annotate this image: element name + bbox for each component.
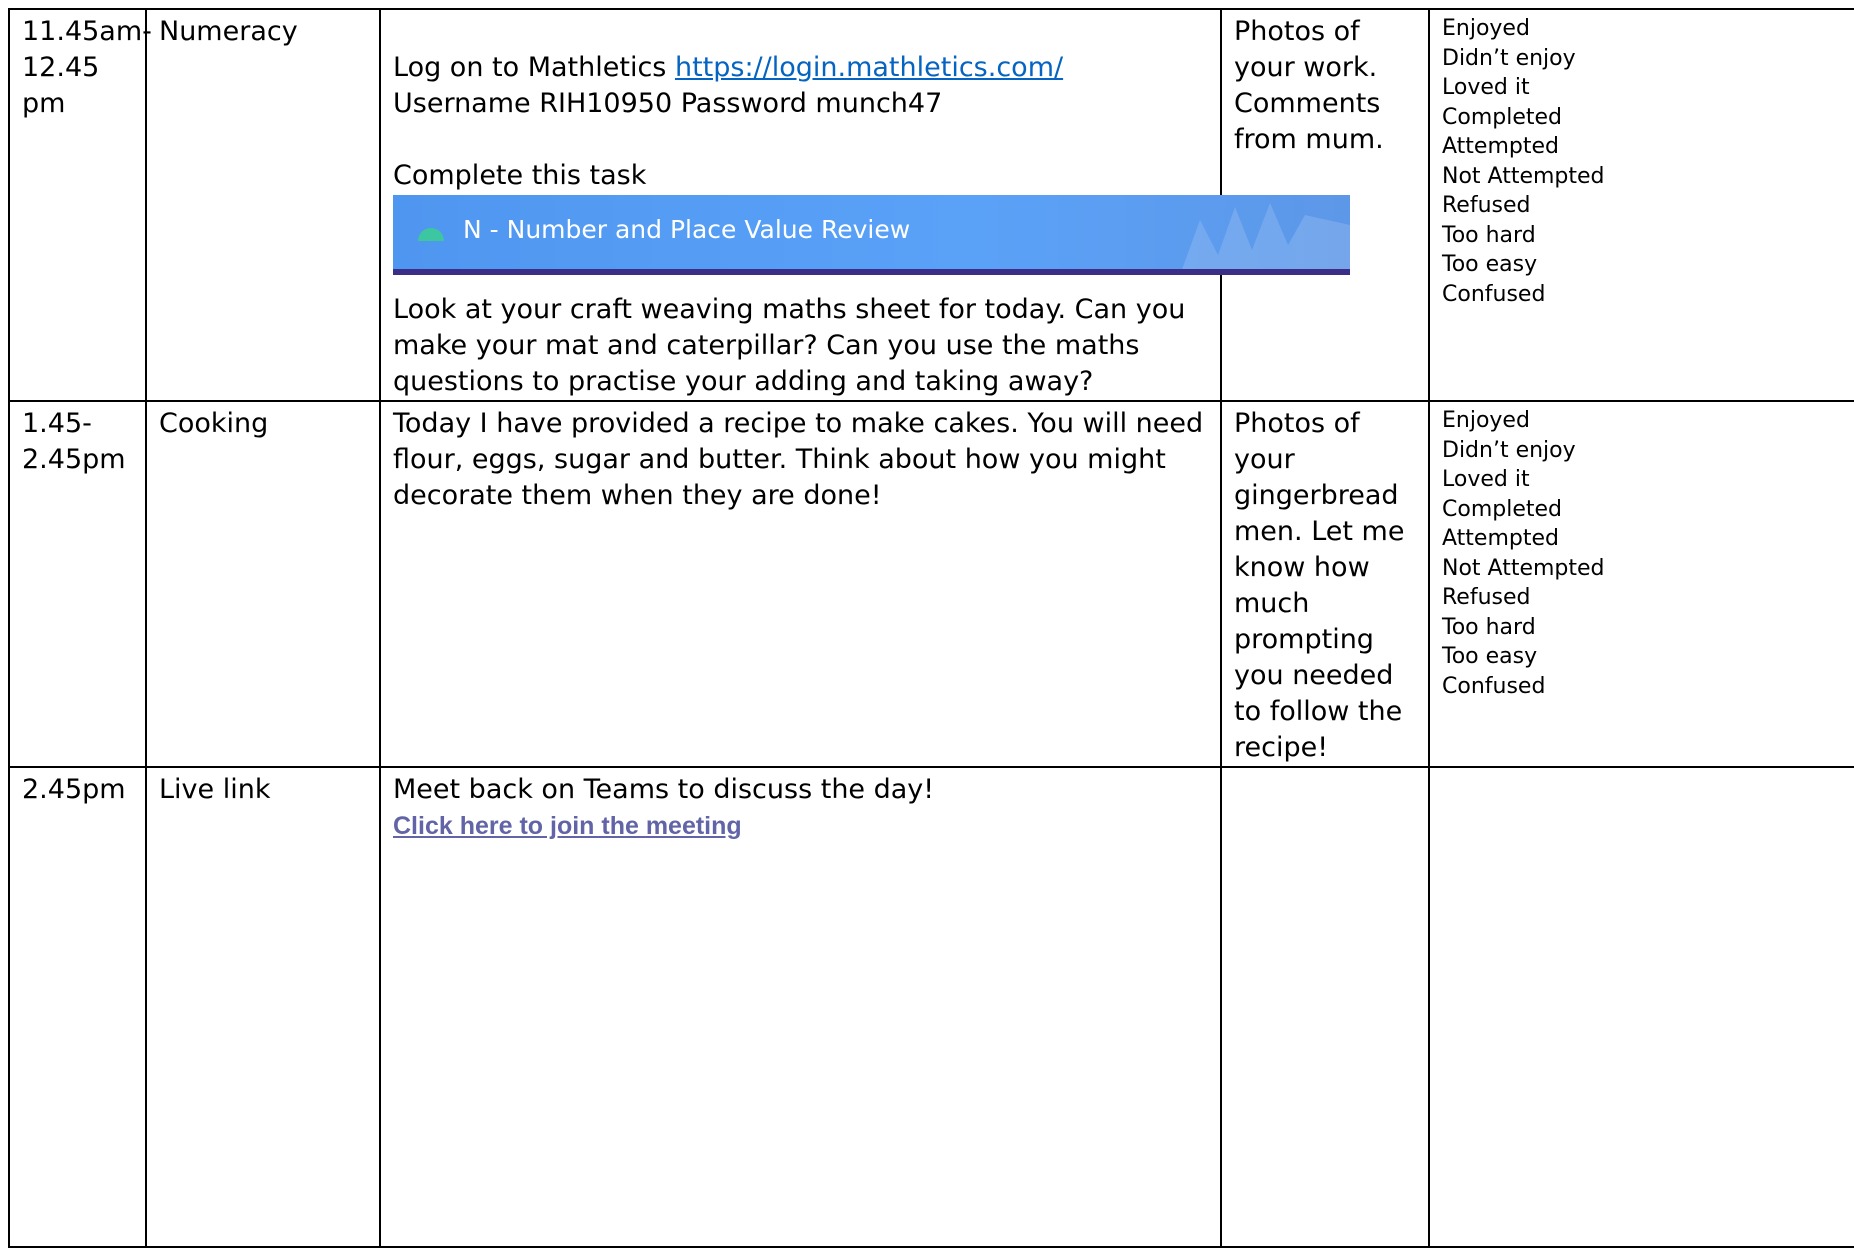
time-cell: 2.45pm — [8, 766, 147, 1248]
activity-cell: Today I have provided a recipe to make c… — [379, 400, 1222, 768]
banner-decoration-icon — [1182, 203, 1350, 269]
mathletics-strand-icon — [418, 228, 444, 241]
feedback-option: Didn’t enjoy — [1442, 45, 1576, 71]
evidence-cell — [1220, 766, 1430, 1248]
instructions-text: Look at your craft weaving maths sheet f… — [393, 294, 1186, 397]
mathletics-link[interactable]: https://login.mathletics.com/ — [675, 52, 1063, 83]
feedback-option: Confused — [1442, 673, 1546, 699]
feedback-option: Too easy — [1442, 252, 1538, 277]
subject-cell: Cooking — [145, 400, 381, 768]
feedback-option: Enjoyed — [1442, 408, 1530, 433]
teams-text: Meet back on Teams to discuss the day! — [393, 774, 935, 805]
feedback-option: Not Attempted — [1442, 163, 1605, 189]
time-cell: 11.45am-12.45 pm — [8, 8, 152, 402]
subject-cell: Live link — [145, 766, 381, 1248]
feedback-option: Didn’t enjoy — [1442, 437, 1576, 463]
feedback-option: Attempted — [1442, 526, 1559, 551]
activity-cell: Meet back on Teams to discuss the day! C… — [379, 766, 1222, 1248]
activity-cell: Log on to Mathletics https://login.mathl… — [379, 8, 1350, 402]
credentials-text: Username RIH10950 Password munch47 — [393, 88, 943, 119]
subject-cell: Numeracy — [145, 8, 381, 402]
feedback-cell: Enjoyed Didn’t enjoy Loved it Completed … — [1428, 8, 1854, 402]
table-row: 11.45am-12.45 pm Numeracy Log on to Math… — [8, 8, 1854, 402]
time-cell: 1.45-2.45pm — [8, 400, 147, 768]
evidence-cell: Photos of your gingerbread men. Let me k… — [1220, 400, 1430, 768]
feedback-option: Too easy — [1442, 644, 1538, 669]
task-banner-label: N - Number and Place Value Review — [463, 215, 911, 244]
login-prefix: Log on to Mathletics — [393, 52, 675, 83]
login-line: Log on to Mathletics https://login.mathl… — [393, 50, 1208, 86]
feedback-option: Loved it — [1442, 75, 1530, 100]
schedule-table: 11.45am-12.45 pm Numeracy Log on to Math… — [8, 8, 1854, 1248]
feedback-list: Enjoyed Didn’t enjoy Loved it Completed … — [1442, 14, 1842, 309]
task-heading: Complete this task — [393, 160, 647, 191]
feedback-option: Enjoyed — [1442, 16, 1530, 41]
feedback-option: Completed — [1442, 496, 1562, 522]
join-meeting-link[interactable]: Click here to join the meeting — [393, 812, 742, 840]
table-row: 1.45-2.45pm Cooking Today I have provide… — [8, 400, 1854, 768]
feedback-option: Loved it — [1442, 467, 1530, 492]
feedback-option: Attempted — [1442, 134, 1559, 159]
feedback-cell — [1428, 766, 1854, 1248]
feedback-option: Not Attempted — [1442, 555, 1605, 581]
table-row: 2.45pm Live link Meet back on Teams to d… — [8, 766, 1854, 1248]
task-banner[interactable]: N - Number and Place Value Review — [393, 195, 1350, 275]
feedback-option: Confused — [1442, 281, 1546, 307]
feedback-option: Refused — [1442, 193, 1531, 218]
feedback-option: Refused — [1442, 585, 1531, 610]
feedback-option: Completed — [1442, 104, 1562, 130]
feedback-option: Too hard — [1442, 614, 1536, 640]
feedback-cell: Enjoyed Didn’t enjoy Loved it Completed … — [1428, 400, 1854, 768]
feedback-option: Too hard — [1442, 222, 1536, 248]
feedback-list: Enjoyed Didn’t enjoy Loved it Completed … — [1442, 406, 1842, 701]
